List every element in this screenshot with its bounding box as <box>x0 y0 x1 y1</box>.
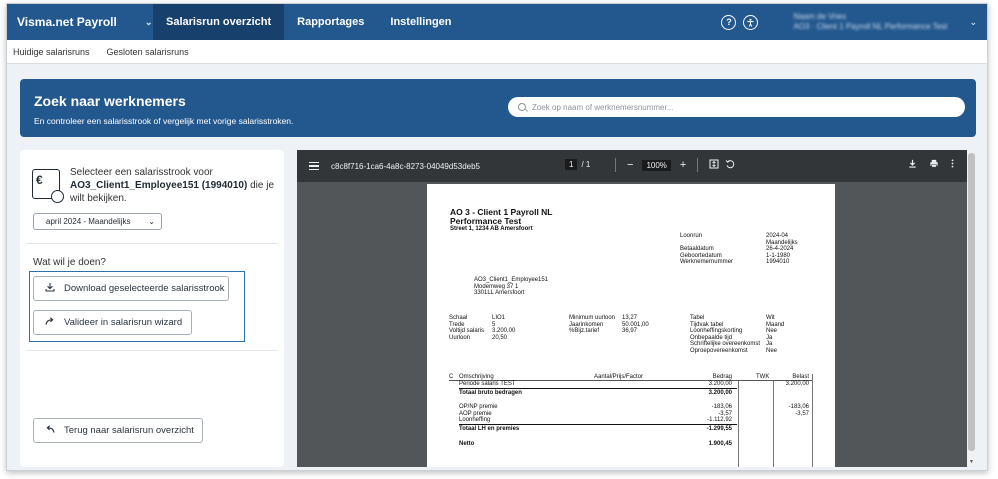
header-values: 2024-04 Maandelijks 26-4-2024 1-1-1980 19940… <box>766 233 798 266</box>
header-labels: Loonrun Betaaldatum Geboortedatum Werknemer… <box>680 233 733 266</box>
menu-icon[interactable] <box>309 160 319 172</box>
fit-page-icon[interactable] <box>709 159 719 172</box>
divider <box>26 243 278 244</box>
download-icon[interactable] <box>908 159 917 171</box>
search-input[interactable]: Zoek op naam of werknemersnummer... <box>508 97 965 117</box>
tab-instellingen[interactable]: Instellingen <box>377 4 464 40</box>
rotate-icon[interactable] <box>725 159 735 172</box>
download-button[interactable]: Download geselecteerde salarisstrook <box>33 276 229 301</box>
reply-arrow-icon <box>44 424 55 437</box>
print-icon[interactable] <box>929 159 939 171</box>
salary-values: LIO1 5 3.200,00 20,50 <box>492 315 516 341</box>
page-number-input[interactable]: 1 <box>565 159 578 170</box>
action-question: Wat wil je doen? <box>33 257 106 268</box>
user-company: AO3 · Client 1 Payroll NL Performance Te… <box>793 22 948 31</box>
validate-button[interactable]: Valideer in salarisrun wizard <box>33 310 192 335</box>
zoom-out-icon[interactable]: − <box>627 159 633 171</box>
banner-title: Zoek naar werknemers <box>34 93 186 109</box>
download-label: Download geselecteerde salarisstrook <box>64 283 225 294</box>
validate-label: Valideer in salarisrun wizard <box>64 317 183 328</box>
help-icon[interactable]: ? <box>721 14 737 30</box>
tab-huidige-salarisruns[interactable]: Huidige salarisruns <box>13 47 90 57</box>
user-name: Naam de Vries <box>793 12 847 21</box>
app-window: Visma.net Payroll ⌄ Salarisrun overzicht… <box>6 3 988 471</box>
pdf-viewer: c8c8f716-1ca6-4a8c-8273-04049d53deb5 1 /… <box>297 150 976 467</box>
employee-name: AO3_Client1_Employee151 (1994010) <box>70 180 248 191</box>
share-arrow-icon <box>44 316 55 329</box>
scrollbar-thumb[interactable] <box>968 153 975 451</box>
period-value: april 2024 - Maandelijks <box>46 217 131 226</box>
accessibility-icon[interactable] <box>743 14 759 30</box>
employee-address: AO3_Client1_Employee151 Modemweg 37 1 3301… <box>474 277 549 297</box>
page-total: / 1 <box>581 160 591 169</box>
salary-labels: Schaal Trede Voltijd salaris Uurloon <box>449 315 485 341</box>
search-banner: Zoek naar werknemers En controleer een s… <box>20 79 976 137</box>
app-switcher[interactable]: Visma.net Payroll ⌄ <box>7 15 153 29</box>
sub-navigation: Huidige salarisruns Gesloten salarisruns <box>7 40 987 64</box>
income-labels: Minimum uurloon Jaarinkomen %Bijz.tarief <box>569 315 616 335</box>
pdf-toolbar: c8c8f716-1ca6-4a8c-8273-04049d53deb5 1 /… <box>297 150 976 182</box>
select-instruction: Selecteer een salarisstrook voor AO3_Cli… <box>70 166 275 205</box>
chevron-down-icon: ⌄ <box>148 217 155 226</box>
company-address: Street 1, 1234 AB Amersfoort <box>450 226 533 232</box>
search-icon <box>518 103 526 111</box>
income-values: 13,27 50.001,00 36,97 <box>622 315 649 335</box>
select-prefix: Selecteer een salarisstrook voor <box>70 167 213 178</box>
search-placeholder: Zoek op naam of werknemersnummer... <box>532 102 674 112</box>
zoom-controls: − 100% + <box>607 158 738 172</box>
period-select[interactable]: april 2024 - Maandelijks ⌄ <box>33 213 162 230</box>
pdf-scrollbar[interactable]: ▼ <box>967 150 976 467</box>
banner-subtitle: En controleer een salarisstrook of verge… <box>34 116 294 126</box>
chevron-down-icon[interactable]: ⌄ <box>969 17 977 28</box>
scroll-down-icon[interactable]: ▼ <box>969 459 974 465</box>
tab-salarisrun-overzicht[interactable]: Salarisrun overzicht <box>153 4 285 40</box>
chevron-down-icon: ⌄ <box>144 16 153 27</box>
zoom-in-icon[interactable]: + <box>680 159 686 171</box>
page-indicator: 1 / 1 <box>565 159 590 170</box>
tax-labels: Tabel Tijdvak tabel Loonheffingskorting Onb… <box>690 315 761 354</box>
payslip-company: AO 3 - Client 1 Payroll NL Performance T… <box>450 207 553 226</box>
action-panel: Selecteer een salarisstrook voor AO3_Cli… <box>20 150 284 467</box>
payslip-page: AO 3 - Client 1 Payroll NL Performance T… <box>427 184 835 467</box>
download-icon <box>44 282 55 295</box>
zoom-input[interactable]: 100% <box>642 159 671 171</box>
divider <box>26 350 278 351</box>
back-button[interactable]: Terug naar salarisrun overzicht <box>33 418 203 443</box>
top-navigation: Visma.net Payroll ⌄ Salarisrun overzicht… <box>7 4 987 40</box>
tab-rapportages[interactable]: Rapportages <box>284 4 377 40</box>
payslip-search-icon <box>32 169 64 203</box>
tab-gesloten-salarisruns[interactable]: Gesloten salarisruns <box>107 47 189 57</box>
brand-name: Visma.net Payroll <box>17 15 117 29</box>
user-menu[interactable]: Naam de Vries AO3 · Client 1 Payroll NL … <box>793 12 969 32</box>
more-options-icon[interactable] <box>951 159 954 171</box>
tax-values: Wit Maand Nee Ja Ja Nee <box>766 315 785 354</box>
back-label: Terug naar salarisrun overzicht <box>64 425 194 436</box>
pdf-filename: c8c8f716-1ca6-4a8c-8273-04049d53deb5 <box>331 161 481 171</box>
